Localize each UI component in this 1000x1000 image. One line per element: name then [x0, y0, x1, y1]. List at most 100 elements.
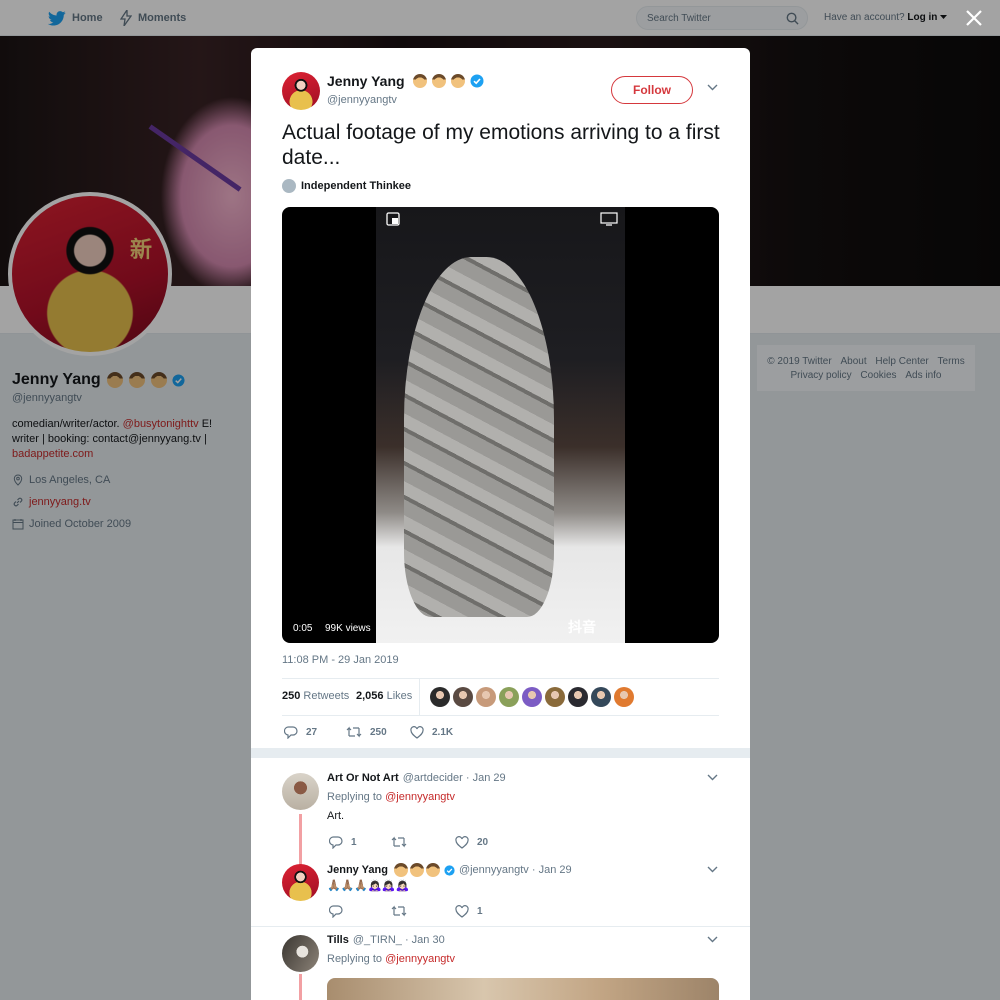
emoji-icon: [431, 74, 446, 88]
retweet-count: 250: [370, 726, 387, 738]
reply-header: Tills @_TIRN_ · Jan 30: [327, 934, 445, 946]
liker-avatar[interactable]: [591, 687, 611, 707]
like-count: 2.1K: [432, 726, 454, 738]
reply-action[interactable]: 27: [284, 724, 317, 740]
stats-divider: [419, 679, 420, 716]
reply-author-handle[interactable]: @artdecider: [403, 772, 463, 784]
reply-date[interactable]: · Jan 30: [405, 934, 445, 946]
reply-media-image[interactable]: [327, 978, 719, 1000]
video-watermark: 抖音: [568, 620, 596, 636]
retweet-action[interactable]: 250: [346, 724, 387, 740]
reply-author-handle[interactable]: @jennyyangtv: [459, 864, 529, 876]
emoji-icon: [425, 863, 440, 877]
emoji-icon: [412, 74, 427, 88]
reply-count: 27: [306, 726, 318, 738]
emoji-icon: [393, 863, 408, 877]
retweets-label: Retweets: [303, 690, 350, 702]
likes-label: Likes: [386, 690, 413, 702]
liker-avatar[interactable]: [476, 687, 496, 707]
likes-count: 2,056: [356, 690, 384, 702]
reply-icon: [329, 904, 343, 918]
fullscreen-screen-icon[interactable]: [600, 212, 618, 226]
like-count: 1: [477, 905, 483, 917]
retweet-icon: [391, 836, 407, 848]
reply-action[interactable]: [329, 903, 351, 919]
tweet-text: Actual footage of my emotions arriving t…: [282, 121, 720, 169]
video-player[interactable]: 0:05 99K views 抖音: [282, 207, 719, 643]
emoji-icon: [409, 863, 424, 877]
chevron-down-icon[interactable]: [707, 866, 718, 873]
retweets-stat[interactable]: 250 Retweets: [282, 690, 349, 702]
reply-author-name[interactable]: Jenny Yang: [327, 864, 388, 876]
heart-icon: [455, 904, 469, 918]
liker-avatars: [430, 687, 637, 707]
reply-divider: [251, 926, 750, 927]
retweet-action[interactable]: [391, 903, 415, 919]
replying-prefix: Replying to: [327, 953, 383, 965]
chevron-down-icon[interactable]: [707, 774, 718, 781]
tweet-timestamp[interactable]: 11:08 PM - 29 Jan 2019: [282, 654, 399, 666]
reply-icon: [329, 835, 343, 849]
reply-header: Art Or Not Art @artdecider · Jan 29: [327, 772, 506, 784]
reply-action[interactable]: 1: [329, 834, 357, 850]
reply-icon: [284, 725, 298, 739]
like-action[interactable]: 20: [455, 834, 488, 850]
liker-avatar[interactable]: [453, 687, 473, 707]
video-views: 99K views: [320, 621, 376, 636]
reply-date[interactable]: · Jan 29: [466, 772, 506, 784]
video-frame: [376, 207, 625, 643]
replying-handle-link[interactable]: @jennyyangtv: [385, 953, 455, 965]
liker-avatar[interactable]: [499, 687, 519, 707]
heart-icon: [410, 725, 424, 739]
chevron-down-icon[interactable]: [707, 84, 718, 91]
author-avatar[interactable]: [282, 72, 320, 110]
thread-line: [299, 974, 302, 1000]
section-divider: [251, 748, 750, 758]
tweet-source[interactable]: Independent Thinkee: [282, 179, 411, 193]
likes-stat[interactable]: 2,056 Likes: [356, 690, 412, 702]
like-count: 20: [477, 836, 489, 848]
like-action[interactable]: 2.1K: [410, 724, 453, 740]
replying-handle-link[interactable]: @jennyyangtv: [385, 791, 455, 803]
like-action[interactable]: 1: [455, 903, 483, 919]
close-icon[interactable]: [964, 8, 984, 28]
liker-avatar[interactable]: [430, 687, 450, 707]
video-time: 0:05: [288, 621, 318, 636]
replying-to: Replying to @jennyyangtv: [327, 953, 455, 965]
reply-author-name[interactable]: Tills: [327, 934, 349, 946]
reply-count: 1: [351, 836, 357, 848]
retweet-icon: [391, 905, 407, 917]
author-name-text: Jenny Yang: [327, 73, 405, 89]
picture-in-picture-icon[interactable]: [386, 212, 400, 226]
follow-button[interactable]: Follow: [611, 76, 693, 104]
retweets-count: 250: [282, 690, 301, 702]
liker-avatar[interactable]: [522, 687, 542, 707]
chevron-down-icon[interactable]: [707, 936, 718, 943]
heart-icon: [455, 835, 469, 849]
reply-avatar[interactable]: [282, 773, 319, 810]
reply-avatar[interactable]: [282, 864, 319, 901]
source-name: Independent Thinkee: [301, 180, 412, 192]
retweet-action[interactable]: [391, 834, 415, 850]
tweet-stats: 250 Retweets 2,056 Likes: [282, 678, 719, 716]
verified-badge-icon: [444, 864, 455, 876]
emoji-icon: [450, 74, 465, 88]
retweet-icon: [346, 726, 362, 738]
author-handle[interactable]: @jennyyangtv: [327, 94, 397, 106]
reply-date[interactable]: · Jan 29: [532, 864, 572, 876]
replying-to: Replying to @jennyyangtv: [327, 791, 455, 803]
liker-avatar[interactable]: [545, 687, 565, 707]
liker-avatar[interactable]: [614, 687, 634, 707]
thread-line: [299, 814, 302, 870]
replying-prefix: Replying to: [327, 791, 383, 803]
reply-author-name[interactable]: Art Or Not Art: [327, 772, 399, 784]
tweet-modal: Jenny Yang @jennyyangtv Follow Actual fo…: [251, 48, 750, 1000]
reply-header: Jenny Yang @jennyyangtv · Jan 29: [327, 863, 572, 877]
reply-avatar[interactable]: [282, 935, 319, 972]
liker-avatar[interactable]: [568, 687, 588, 707]
source-avatar-icon: [282, 179, 296, 193]
author-name[interactable]: Jenny Yang: [327, 73, 484, 89]
reply-author-handle[interactable]: @_TIRN_: [353, 934, 402, 946]
verified-badge-icon: [470, 74, 484, 88]
reply-text: 🙏🏽🙏🏽🙏🏽🙇🏻‍♀️🙇🏻‍♀️🙇🏻‍♀️: [327, 879, 410, 892]
